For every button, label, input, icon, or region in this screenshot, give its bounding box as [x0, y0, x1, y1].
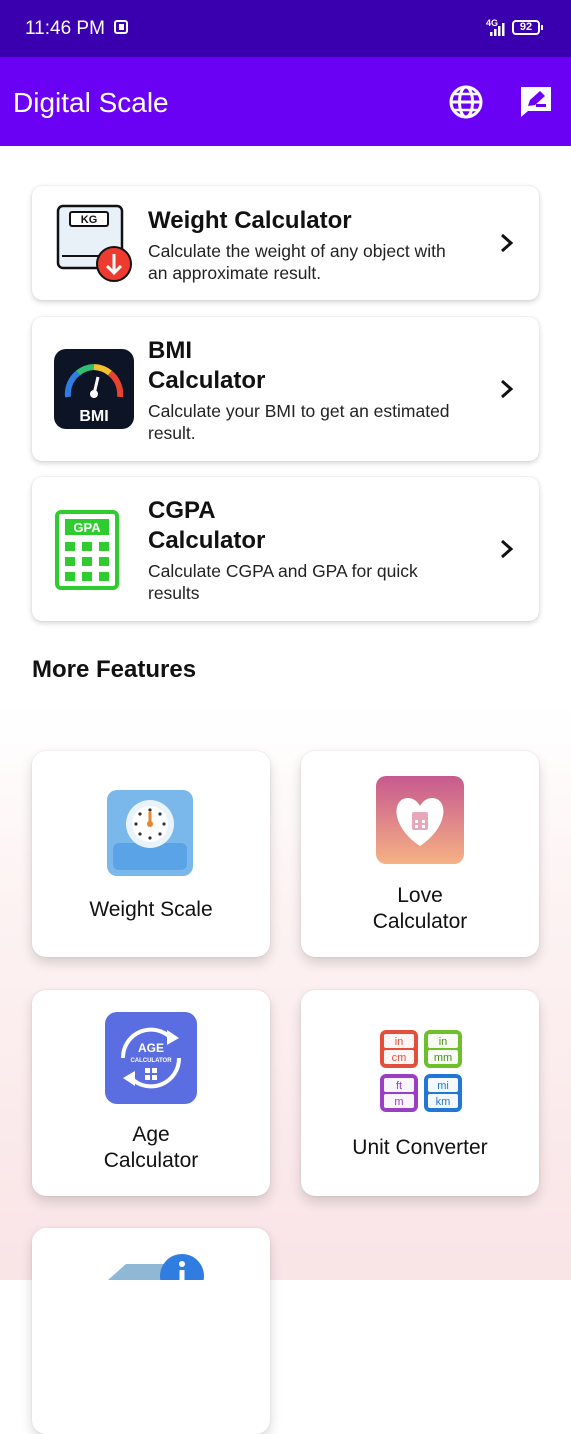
unit-converter-card[interactable]: in cm in mm ft m mi km Unit Converter [301, 990, 539, 1196]
age-icon-subtext: CALCULATOR [130, 1058, 172, 1064]
svg-text:BMI: BMI [79, 408, 108, 425]
age-icon-text: AGE [138, 1041, 164, 1055]
weight-calculator-card[interactable]: KG Weight Calculator Calculate the weigh… [32, 186, 539, 300]
info-icon [108, 1254, 204, 1280]
feedback-icon[interactable] [518, 84, 554, 120]
age-calculator-card[interactable]: AGE CALCULATOR Age Calculator [32, 990, 270, 1196]
weight-scale-card[interactable]: Weight Scale [32, 751, 270, 957]
status-time: 11:46 PM [25, 18, 105, 39]
unit-label: km [436, 1096, 451, 1108]
more-features-title: More Features [32, 656, 197, 683]
cgpa-calculator-card[interactable]: GPA CGPA Calculator Calculate CGPA and G… [32, 477, 539, 621]
app-bar: Digital Scale [0, 57, 571, 146]
chevron-right-icon [501, 539, 514, 559]
grid-label: Weight Scale [89, 898, 213, 921]
grid-label: Love Calculator [372, 884, 468, 933]
battery-level: 92 [519, 21, 533, 33]
status-bar: 11:46 PM 4G 92 [0, 0, 571, 57]
battery-icon: 92 [512, 20, 543, 35]
gpa-calculator-icon: GPA [55, 510, 119, 590]
love-calculator-icon [376, 776, 464, 864]
more-feature-card-partial[interactable] [32, 1228, 270, 1434]
bmi-calculator-card[interactable]: BMI BMI Calculator Calculate your BMI to… [32, 317, 539, 461]
feature-description: Calculate CGPA and GPA for quick results [148, 561, 418, 603]
unit-label: ft [396, 1080, 402, 1092]
notification-icon [114, 20, 128, 34]
feature-description: Calculate the weight of any object with … [148, 241, 446, 283]
grid-label: Age Calculator [103, 1123, 199, 1172]
svg-text:GPA: GPA [73, 520, 101, 535]
chevron-right-icon [501, 233, 514, 253]
bmi-gauge-icon: BMI [54, 349, 134, 429]
unit-converter-icon: in cm in mm ft m mi km [380, 1030, 462, 1112]
svg-text:KG: KG [81, 214, 98, 226]
unit-label: in [439, 1036, 448, 1048]
love-calculator-card[interactable]: Love Calculator [301, 751, 539, 957]
unit-label: mm [434, 1052, 452, 1064]
feature-title: Weight Calculator [148, 207, 352, 234]
grid-label: Unit Converter [352, 1136, 488, 1159]
weight-scale-icon [107, 790, 193, 876]
signal-icon [490, 23, 505, 36]
unit-label: in [395, 1036, 404, 1048]
globe-icon[interactable] [448, 84, 484, 120]
age-calculator-icon: AGE CALCULATOR [105, 1012, 197, 1104]
unit-label: cm [392, 1052, 407, 1064]
feature-title: BMI Calculator [148, 337, 266, 394]
kg-scale-icon: KG [56, 204, 132, 282]
feature-description: Calculate your BMI to get an estimated r… [148, 401, 450, 443]
unit-label: mi [437, 1080, 449, 1092]
feature-title: CGPA Calculator [148, 497, 266, 554]
app-title: Digital Scale [13, 87, 169, 118]
chevron-right-icon [501, 379, 514, 399]
unit-label: m [394, 1096, 403, 1108]
